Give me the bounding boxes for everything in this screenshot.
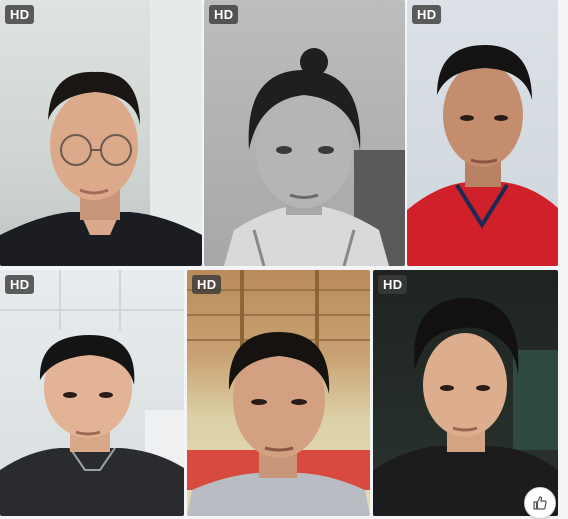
participant-video-3 — [407, 45, 558, 266]
video-tile-4[interactable]: HD — [0, 270, 184, 516]
participant-video-4 — [0, 270, 184, 516]
hd-badge: HD — [192, 275, 222, 294]
thumbs-up-button[interactable] — [524, 487, 556, 519]
video-tile-3[interactable]: HD — [407, 0, 558, 266]
video-tile-5[interactable]: HD — [187, 270, 370, 516]
hd-badge: HD — [209, 5, 239, 24]
hd-badge: HD — [378, 275, 408, 294]
participant-video-6 — [373, 298, 558, 516]
video-grid: HD HD HD HD HD HD — [0, 0, 568, 519]
participant-video-2 — [224, 48, 405, 266]
thumbs-up-icon — [533, 496, 547, 510]
participant-video-5 — [187, 270, 370, 516]
video-tile-1[interactable]: HD — [0, 0, 202, 266]
hd-badge: HD — [5, 5, 35, 24]
hd-badge: HD — [5, 275, 35, 294]
video-tile-6[interactable]: HD — [373, 270, 558, 516]
hd-badge: HD — [412, 5, 442, 24]
participant-video-1 — [0, 0, 202, 266]
video-tile-2[interactable]: HD — [204, 0, 405, 266]
